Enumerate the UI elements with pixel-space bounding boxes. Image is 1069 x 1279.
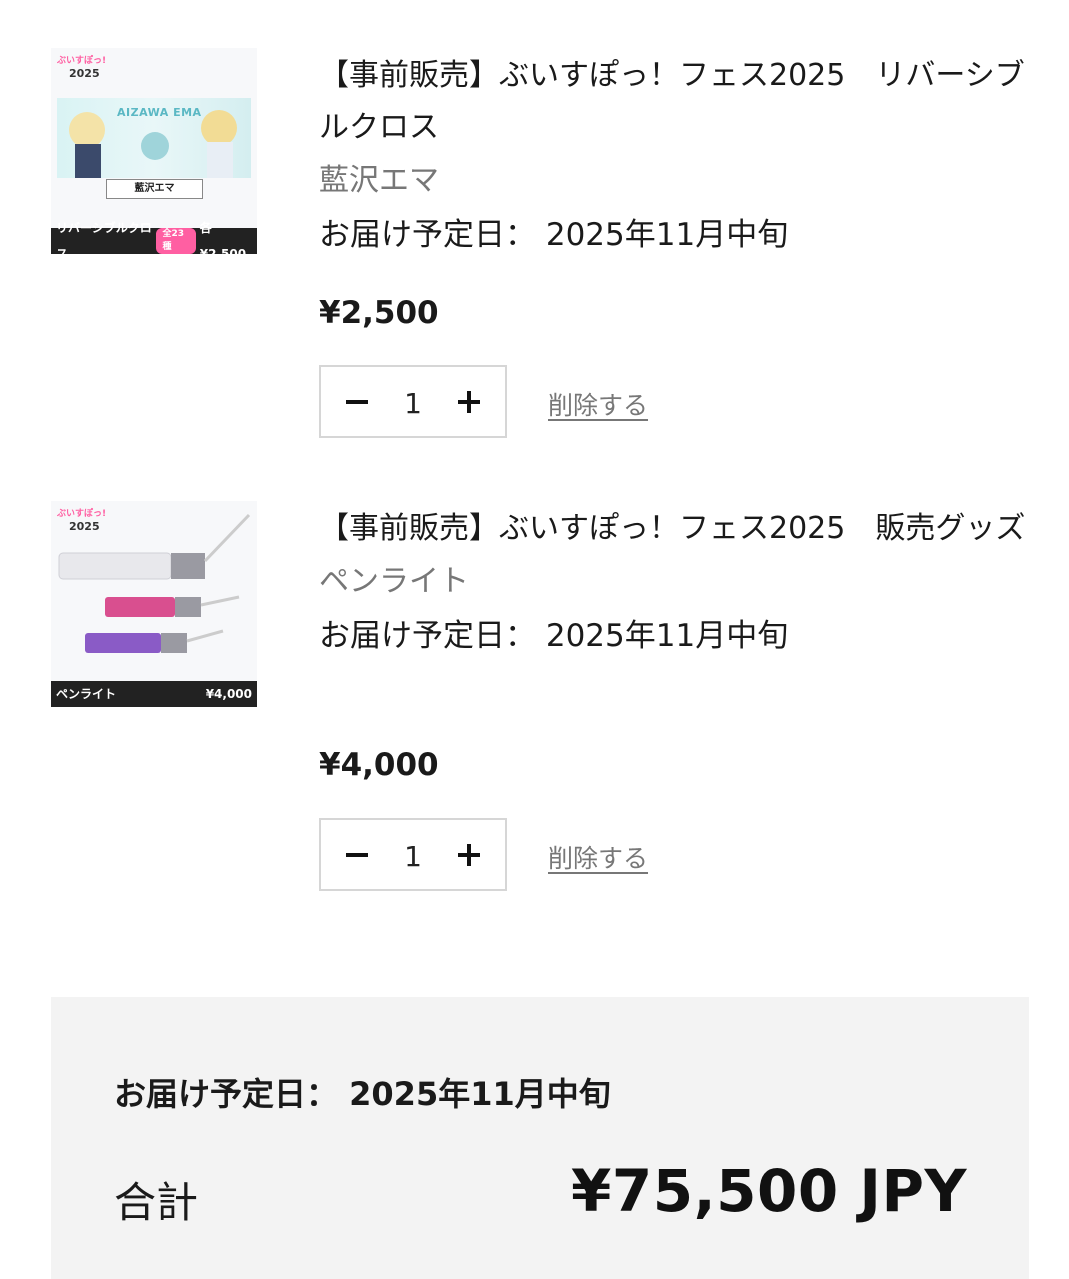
quantity-value[interactable]: 1 <box>393 383 433 420</box>
increase-quantity-button[interactable] <box>433 367 505 436</box>
svg-text:2025: 2025 <box>69 67 100 80</box>
product-thumbnail[interactable]: ぶいすぽっ! 2025 AIZAWA EMA 藍沢エマ リバーシブルクロス 全2… <box>51 48 257 254</box>
thumbnail-caption-label: リバーシブルクロス <box>56 221 152 254</box>
plus-icon <box>458 843 480 866</box>
thumbnail-caption-label: ペンライト <box>56 687 117 701</box>
thumbnail-caption-pill: 全23種 <box>156 228 196 254</box>
plus-icon <box>458 390 480 413</box>
total-value: ¥75,500 JPY <box>571 1157 967 1225</box>
item-price: ¥2,500 <box>319 295 439 331</box>
thumbnail-caption-price: ¥4,000 <box>205 687 252 701</box>
remove-item-link[interactable]: 削除する <box>548 386 648 422</box>
product-variant: 藍沢エマ <box>319 163 439 198</box>
thumbnail-caption-bar: リバーシブルクロス 全23種 各¥2,500 <box>51 221 257 254</box>
thumbnail-caption-bar: ペンライト ¥4,000 <box>51 681 257 707</box>
remove-item-link[interactable]: 削除する <box>548 839 648 875</box>
item-price: ¥4,000 <box>319 747 439 783</box>
product-title[interactable]: 【事前販売】ぶいすぽっ！フェス2025 リバーシブルクロス <box>319 48 1029 154</box>
summary-delivery-date: お届け予定日： 2025年11月中旬 <box>114 1075 611 1113</box>
thumbnail-caption-price: 各¥2,500 <box>199 221 247 254</box>
svg-text:ぶいすぽっ!: ぶいすぽっ! <box>56 54 106 66</box>
product-title[interactable]: 【事前販売】ぶいすぽっ！フェス2025 販売グッズ <box>319 501 1029 555</box>
order-summary: お届け予定日： 2025年11月中旬 合計 ¥75,500 JPY <box>51 997 1029 1279</box>
delivery-date: お届け予定日： 2025年11月中旬 <box>319 217 789 253</box>
item-details: 【事前販売】ぶいすぽっ！フェス2025 販売グッズ ペンライト お届け予定日： … <box>319 501 1029 891</box>
quantity-value[interactable]: 1 <box>393 836 433 873</box>
quantity-stepper: 1 <box>319 365 507 438</box>
delivery-date: お届け予定日： 2025年11月中旬 <box>319 618 789 654</box>
event-logo-icon: ぶいすぽっ! 2025 <box>56 54 106 80</box>
product-variant: ペンライト <box>319 564 469 599</box>
banner-text: AIZAWA EMA <box>117 106 202 119</box>
minus-icon <box>346 399 368 404</box>
item-details: 【事前販売】ぶいすぽっ！フェス2025 リバーシブルクロス 藍沢エマ お届け予定… <box>319 48 1029 438</box>
total-label: 合計 <box>114 1178 199 1227</box>
decrease-quantity-button[interactable] <box>321 367 393 436</box>
name-plate: 藍沢エマ <box>106 179 203 199</box>
quantity-stepper: 1 <box>319 818 507 891</box>
penlight-illustration-icon <box>58 513 251 653</box>
product-banner-image: AIZAWA EMA <box>57 98 251 178</box>
increase-quantity-button[interactable] <box>433 820 505 889</box>
decrease-quantity-button[interactable] <box>321 820 393 889</box>
minus-icon <box>346 852 368 857</box>
product-thumbnail[interactable]: ぶいすぽっ! 2025 ペンライト ¥4,000 <box>51 501 257 707</box>
